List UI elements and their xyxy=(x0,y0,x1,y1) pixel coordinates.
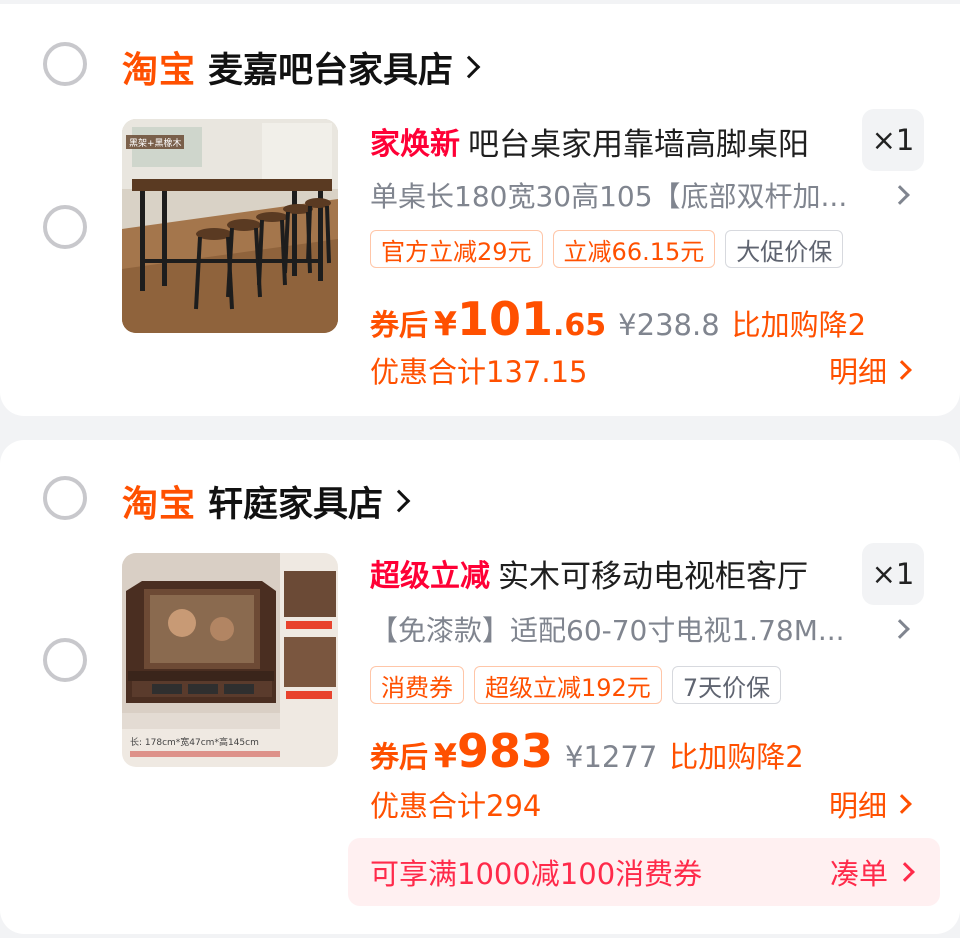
original-price: ¥238.8 xyxy=(618,308,720,342)
price-drop: 比加购降2 xyxy=(669,740,804,774)
discount-detail-link[interactable]: 明细 xyxy=(829,783,915,825)
product-thumbnail[interactable]: 长: 178cm*宽47cm*高145cm xyxy=(122,553,338,767)
title-text: 吧台桌家用靠墙高脚桌阳 xyxy=(468,126,809,163)
coupon-promo-bar[interactable]: 可享满1000减100消费券 凑单 xyxy=(348,838,940,906)
discount-detail-link[interactable]: 明细 xyxy=(829,349,915,391)
price-integer: 101 xyxy=(456,292,554,346)
shop-select-radio[interactable] xyxy=(43,42,87,86)
shop-name[interactable]: 麦嘉吧台家具店 xyxy=(208,42,453,93)
sku-text: 【免漆款】适配60-70寸电视1.78M... xyxy=(370,614,845,647)
item-select-radio[interactable] xyxy=(43,638,87,682)
price-label: 券后 xyxy=(370,308,429,342)
promo-badge: 超级立减192元 xyxy=(474,666,662,704)
chevron-right-icon xyxy=(892,794,912,814)
add-more-button[interactable]: 凑单 xyxy=(829,851,915,893)
promo-badge: 大促价保 xyxy=(725,230,844,268)
product-title[interactable]: 家焕新 吧台桌家用靠墙高脚桌阳 xyxy=(370,119,850,163)
bar-table-image: 黑架+黑橡木 xyxy=(122,119,338,333)
price-integer: 983 xyxy=(456,724,554,778)
detail-label: 明细 xyxy=(828,789,887,823)
promo-badge: 立减66.15元 xyxy=(552,230,716,268)
tv-cabinet-image: 长: 178cm*宽47cm*高145cm xyxy=(122,553,338,767)
title-tag: 家焕新 xyxy=(370,127,460,162)
product-thumbnail[interactable]: 黑架+黑橡木 xyxy=(122,119,338,333)
shop-select-radio[interactable] xyxy=(43,476,87,520)
shop-header[interactable]: 淘宝 轩庭家具店 xyxy=(122,476,411,527)
chevron-right-icon xyxy=(890,185,910,205)
shop-header[interactable]: 淘宝 麦嘉吧台家具店 xyxy=(122,42,481,93)
quantity-button[interactable]: ×1 xyxy=(862,543,924,605)
item-select-radio[interactable] xyxy=(43,205,87,249)
title-tag: 超级立减 xyxy=(370,559,490,594)
coupon-promo-text: 可享满1000减100消费券 xyxy=(370,857,703,891)
thumb-label: 长: 178cm*宽47cm*高145cm xyxy=(130,736,259,748)
original-price: ¥1277 xyxy=(565,740,658,774)
discount-row: 优惠合计294 明细 xyxy=(370,782,915,826)
price-row: 券后 ¥ 983 ¥1277 比加购降2 xyxy=(370,724,804,780)
cart-shop-card: 淘宝 麦嘉吧台家具店 黑架+黑橡木 家焕新 吧台桌家用靠墙高脚桌阳 ×1 单桌长… xyxy=(0,4,960,416)
promo-badge: 7天价保 xyxy=(671,666,782,704)
chevron-right-icon xyxy=(387,489,411,513)
taobao-logo: 淘宝 xyxy=(122,484,197,525)
promo-badge: 官方立减29元 xyxy=(370,230,543,268)
chevron-right-icon xyxy=(457,55,481,79)
discount-total: 优惠合计294 xyxy=(370,789,542,823)
price-row: 券后 ¥ 101 .65 ¥238.8 比加购降2 xyxy=(370,292,866,348)
discount-total: 优惠合计137.15 xyxy=(370,355,588,389)
quantity-button[interactable]: ×1 xyxy=(862,109,924,171)
promo-badges: 消费券 超级立减192元 7天价保 xyxy=(370,666,782,706)
chevron-right-icon xyxy=(890,619,910,639)
sku-selector[interactable]: 【免漆款】适配60-70寸电视1.78M... xyxy=(370,608,915,650)
thumb-label: 黑架+黑橡木 xyxy=(129,137,182,149)
promo-badge: 消费券 xyxy=(370,666,464,704)
product-title[interactable]: 超级立减 实木可移动电视柜客厅 xyxy=(370,551,850,595)
taobao-logo: 淘宝 xyxy=(122,50,197,91)
currency-symbol: ¥ xyxy=(434,304,457,343)
cart-shop-card: 淘宝 轩庭家具店 长: 178cm*宽47cm*高145cm 超级立减 实木可移… xyxy=(0,440,960,934)
title-text: 实木可移动电视柜客厅 xyxy=(498,558,808,595)
shop-name[interactable]: 轩庭家具店 xyxy=(208,476,383,527)
chevron-right-icon xyxy=(892,360,912,380)
promo-badges: 官方立减29元 立减66.15元 大促价保 xyxy=(370,230,844,270)
price-drop: 比加购降2 xyxy=(731,308,867,342)
sku-text: 单桌长180宽30高105【底部双杆加... xyxy=(370,180,848,213)
add-more-label: 凑单 xyxy=(829,857,888,891)
price-label: 券后 xyxy=(370,740,429,774)
price-decimal: .65 xyxy=(553,308,607,343)
chevron-right-icon xyxy=(895,862,915,882)
discount-row: 优惠合计137.15 明细 xyxy=(370,348,915,392)
detail-label: 明细 xyxy=(828,355,887,389)
sku-selector[interactable]: 单桌长180宽30高105【底部双杆加... xyxy=(370,174,915,216)
currency-symbol: ¥ xyxy=(434,736,457,775)
